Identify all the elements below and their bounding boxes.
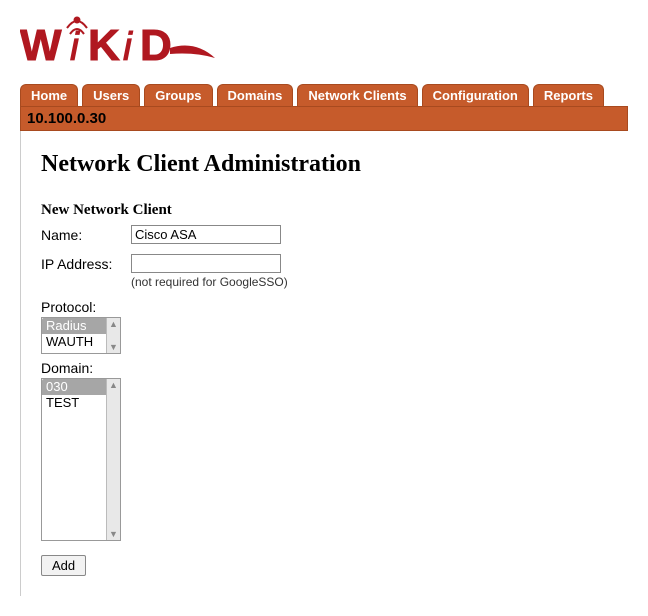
page-heading: Network Client Administration	[41, 151, 608, 178]
protocol-option-wauth[interactable]: WAUTH	[42, 334, 108, 350]
tab-domains[interactable]: Domains	[217, 84, 294, 106]
protocol-option-radius[interactable]: Radius	[42, 318, 108, 334]
protocol-select-wrap: Radius WAUTH ▲ ▼	[41, 317, 121, 354]
tab-groups[interactable]: Groups	[144, 84, 212, 106]
chevron-down-icon: ▼	[107, 341, 120, 353]
ip-input[interactable]	[131, 254, 281, 273]
protocol-label: Protocol:	[41, 299, 608, 315]
title-bar: 10.100.0.30	[20, 106, 628, 131]
name-input[interactable]	[131, 225, 281, 244]
domain-select[interactable]: 030 TEST	[42, 379, 108, 539]
tab-reports[interactable]: Reports	[533, 84, 604, 106]
tab-home[interactable]: Home	[20, 84, 78, 106]
chevron-up-icon: ▲	[107, 379, 120, 391]
domain-select-wrap: 030 TEST ▲ ▼	[41, 378, 121, 541]
tab-users[interactable]: Users	[82, 84, 140, 106]
nav-tabs: Home Users Groups Domains Network Client…	[20, 84, 628, 106]
section-heading: New Network Client	[41, 202, 608, 219]
chevron-down-icon: ▼	[107, 528, 120, 540]
svg-text:i: i	[123, 25, 133, 69]
domain-option-030[interactable]: 030	[42, 379, 108, 395]
tab-configuration[interactable]: Configuration	[422, 84, 529, 106]
svg-text:K: K	[88, 21, 120, 70]
domain-scrollbar: ▲ ▼	[106, 379, 120, 540]
tab-network-clients[interactable]: Network Clients	[297, 84, 417, 106]
domain-option-test[interactable]: TEST	[42, 395, 108, 411]
title-bar-ip: 10.100.0.30	[27, 110, 106, 127]
protocol-select[interactable]: Radius WAUTH	[42, 318, 108, 352]
add-button[interactable]: Add	[41, 555, 86, 576]
ip-hint: (not required for GoogleSSO)	[131, 275, 288, 289]
svg-text:W: W	[20, 21, 62, 70]
name-label: Name:	[41, 225, 131, 243]
main-content: Network Client Administration New Networ…	[20, 131, 628, 596]
svg-text:D: D	[140, 21, 172, 70]
brand-logo: W i K i D	[20, 10, 628, 72]
protocol-scrollbar: ▲ ▼	[106, 318, 120, 353]
domain-label: Domain:	[41, 360, 608, 376]
ip-label: IP Address:	[41, 254, 131, 272]
chevron-up-icon: ▲	[107, 318, 120, 330]
